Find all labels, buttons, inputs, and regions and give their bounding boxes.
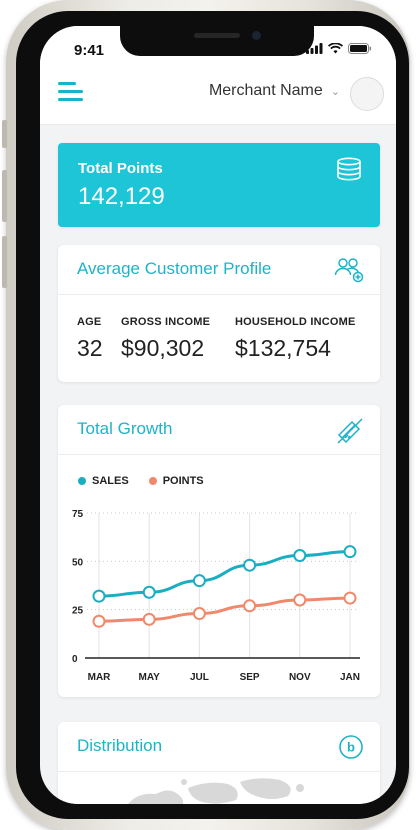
y-tick-label: 75 (72, 509, 84, 520)
x-tick-label: MAR (88, 672, 112, 683)
merchant-selector[interactable]: Merchant Name ⌄ (209, 82, 340, 100)
notch (120, 26, 314, 56)
x-tick-label: JAN (340, 672, 360, 683)
data-point-sales (343, 545, 357, 559)
card-tag-icon[interactable] (336, 417, 364, 445)
app-screen: 9:41 Merchant Name ⌄ Total Points 142,12… (40, 26, 396, 804)
speaker (194, 33, 240, 38)
growth-line-chart: 0 25 50 75 MAR MAY JUL SEP NOV JAN (72, 509, 360, 683)
customer-profile-card: Average Customer Profile AGE 32 GROSS IN… (58, 245, 380, 382)
data-point-points (92, 614, 106, 628)
total-points-value: 142,129 (78, 183, 165, 210)
series-line-sales (98, 550, 351, 598)
avatar[interactable] (350, 77, 384, 111)
data-point-points (243, 599, 257, 613)
battery-icon (348, 43, 372, 54)
profile-title: Average Customer Profile (77, 259, 272, 278)
y-tick-label: 50 (72, 557, 84, 568)
gross-income-label: GROSS INCOME (121, 316, 211, 328)
wifi-icon (328, 43, 343, 54)
distribution-map (128, 778, 304, 804)
legend-points: POINTS (148, 475, 204, 487)
legend-points-label: POINTS (162, 475, 204, 487)
data-point-sales (142, 585, 156, 599)
x-tick-label: NOV (289, 672, 311, 683)
gross-income-value: $90,302 (121, 335, 205, 361)
chart-legend: SALES POINTS (78, 475, 204, 487)
growth-title: Total Growth (77, 419, 173, 438)
distribution-card: Distribution b (58, 722, 380, 804)
data-point-points (293, 593, 307, 607)
x-tick-label: MAY (139, 672, 161, 683)
total-growth-card: Total Growth SALES POINTS 0 25 50 75 MAR MAY J… (58, 405, 380, 697)
coins-icon (337, 157, 361, 181)
legend-sales: SALES (78, 475, 129, 487)
app-header: Merchant Name ⌄ (40, 66, 396, 125)
x-tick-label: JUL (190, 672, 209, 683)
legend-sales-dot (78, 477, 86, 485)
data-point-points (192, 607, 206, 621)
chevron-down-icon: ⌄ (330, 85, 340, 98)
distribution-title: Distribution (77, 736, 163, 755)
age-label: AGE (77, 316, 102, 328)
legend-points-dot (148, 477, 157, 485)
status-time: 9:41 (74, 42, 105, 59)
age-value: 32 (77, 335, 103, 361)
total-points-card[interactable]: Total Points 142,129 (58, 143, 380, 227)
merchant-name: Merchant Name (208, 82, 323, 99)
card-divider (58, 771, 380, 772)
series-line-points (98, 596, 351, 623)
total-points-label: Total Points (78, 160, 163, 177)
card-divider (58, 454, 380, 455)
currency-b-icon[interactable]: b (338, 734, 364, 760)
household-income-value: $132,754 (235, 335, 331, 361)
card-divider (58, 294, 380, 295)
status-icons (306, 43, 372, 54)
svg-text:b: b (347, 740, 355, 755)
volume-down-button (2, 236, 7, 288)
mute-switch (2, 120, 7, 148)
household-income-label: HOUSEHOLD INCOME (235, 316, 356, 328)
data-point-sales (243, 558, 257, 572)
data-point-points (343, 591, 357, 605)
x-tick-label: SEP (240, 672, 260, 683)
y-tick-label: 25 (72, 606, 84, 617)
data-point-sales (92, 589, 106, 603)
volume-up-button (2, 170, 7, 222)
front-camera (252, 31, 261, 40)
y-tick-label: 0 (72, 654, 78, 665)
data-point-sales (192, 574, 206, 588)
users-add-icon[interactable] (334, 257, 364, 283)
data-point-points (142, 612, 156, 626)
data-point-sales (293, 549, 307, 563)
hamburger-menu-icon[interactable] (58, 82, 84, 104)
legend-sales-label: SALES (92, 475, 129, 487)
